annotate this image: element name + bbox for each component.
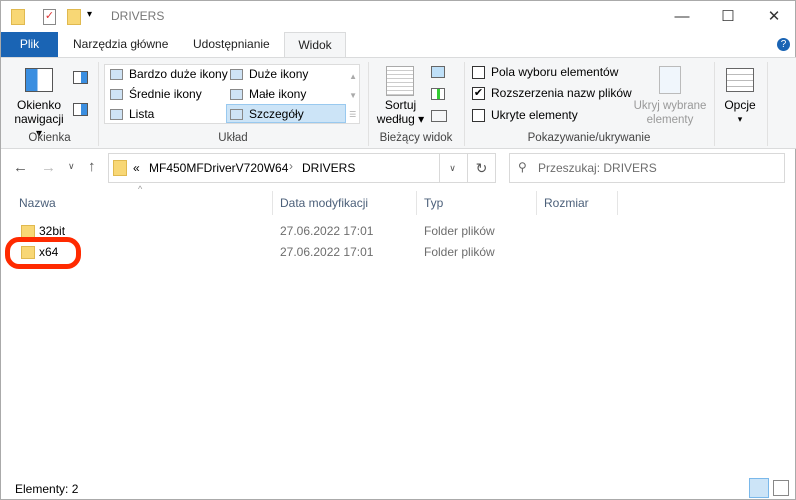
help-icon[interactable]: ?	[777, 38, 790, 51]
file-type: Folder plików	[424, 224, 495, 238]
breadcrumb-parent[interactable]: MF450MFDriverV720W64	[149, 161, 288, 175]
layout-medium-icons[interactable]: Średnie ikony	[107, 85, 202, 104]
details-pane-icon[interactable]	[73, 103, 88, 116]
item-checkboxes-checkbox[interactable]	[472, 66, 485, 79]
properties-icon[interactable]: ✓	[43, 9, 56, 25]
layout-label: Średnie ikony	[129, 87, 202, 101]
sort-by-icon	[386, 66, 414, 96]
nav-pane-label: Okienko	[16, 98, 62, 112]
medium-icons-icon	[110, 89, 123, 100]
breadcrumb-separator-icon[interactable]: ›	[289, 159, 293, 173]
options-button[interactable]: Opcje ▾	[719, 98, 761, 126]
layout-label: Małe ikony	[249, 87, 307, 101]
hidden-items-label: Ukryte elementy	[491, 108, 578, 122]
size-columns-icon[interactable]	[431, 110, 447, 122]
hidden-items-checkbox[interactable]	[472, 109, 485, 122]
back-button[interactable]: ←	[13, 159, 28, 176]
file-date: 27.06.2022 17:01	[280, 245, 374, 259]
details-view-button[interactable]	[749, 478, 769, 498]
customize-qat-icon[interactable]: ▾	[87, 9, 92, 20]
large-icons-icon	[230, 69, 243, 80]
hide-selected-button[interactable]: Ukryj wybrane elementy	[629, 99, 711, 127]
add-columns-icon[interactable]	[431, 88, 445, 100]
layout-list[interactable]: Lista	[107, 105, 154, 124]
folder-icon	[11, 9, 25, 25]
file-extensions-checkbox[interactable]: ✔	[472, 87, 485, 100]
tab-view[interactable]: Widok	[284, 32, 346, 57]
status-item-count: Elementy: 2	[15, 482, 79, 496]
folder-icon	[113, 160, 127, 176]
breadcrumb-current[interactable]: DRIVERS	[302, 161, 355, 175]
tab-file[interactable]: Plik	[1, 32, 58, 57]
layout-label: Duże ikony	[249, 67, 309, 81]
column-name[interactable]: Nazwa	[13, 191, 273, 215]
close-button[interactable]: ✕	[751, 1, 796, 32]
file-date: 27.06.2022 17:01	[280, 224, 374, 238]
refresh-button[interactable]: ↻	[467, 154, 495, 182]
sort-label: Sortuj	[384, 98, 417, 112]
ribbon-tabs: Plik Narzędzia główne Udostępnianie Wido…	[1, 32, 796, 57]
group-current-view-label: Bieżący widok	[379, 132, 453, 144]
navigation-pane-icon[interactable]	[25, 68, 53, 92]
column-date[interactable]: Data modyfikacji	[274, 191, 417, 215]
layout-extra-large-icons[interactable]: Bardzo duże ikony	[107, 65, 228, 84]
file-type: Folder plików	[424, 245, 495, 259]
title-bar: ✓ ▾ DRIVERS — ☐ ✕	[1, 1, 796, 32]
file-row[interactable]: x64 27.06.2022 17:01 Folder plików	[1, 242, 796, 263]
address-dropdown-button[interactable]: ∨	[439, 154, 465, 182]
address-bar[interactable]: « MF450MFDriverV720W64 › DRIVERS ∨ ↻	[108, 153, 496, 183]
sort-by-button[interactable]: Sortuj według ▾	[373, 98, 428, 126]
recent-locations-button[interactable]: ∨	[68, 161, 75, 172]
ribbon: Okienko nawigacji ▾ Okienka Bardzo duże i…	[1, 57, 796, 149]
maximize-button[interactable]: ☐	[705, 1, 751, 32]
options-label: Opcje	[724, 98, 756, 112]
file-extensions-label: Rozszerzenia nazw plików	[491, 86, 632, 100]
layout-details[interactable]: Szczegóły	[226, 104, 346, 123]
extra-large-icons-icon	[110, 69, 123, 80]
list-icon	[110, 109, 123, 120]
highlight-annotation	[5, 237, 81, 269]
column-type[interactable]: Typ	[418, 191, 537, 215]
search-input[interactable]: ⚲ Przeszukaj: DRIVERS	[509, 153, 785, 183]
window-title: DRIVERS	[111, 9, 165, 23]
gallery-scroll-controls[interactable]: ▲ ▼ ☰	[349, 67, 357, 124]
group-panes-label: Okienka	[28, 132, 71, 144]
preview-pane-icon[interactable]	[73, 71, 88, 84]
forward-button[interactable]: →	[41, 159, 56, 176]
group-layout-label: Układ	[218, 132, 248, 144]
search-icon: ⚲	[518, 160, 527, 174]
minimize-button[interactable]: —	[659, 1, 705, 32]
hide-selected-icon	[659, 66, 681, 94]
new-folder-icon[interactable]	[67, 9, 81, 25]
group-show-hide-label: Pokazywanie/ukrywanie	[527, 132, 651, 144]
hide-selected-label2: elementy	[646, 114, 694, 126]
layout-small-icons[interactable]: Małe ikony	[227, 85, 306, 104]
column-header: Nazwa Data modyfikacji Typ Rozmiar	[1, 191, 796, 215]
address-bar-row: ← → ∨ ↑ « MF450MFDriverV720W64 › DRIVERS…	[1, 153, 796, 185]
small-icons-icon	[230, 89, 243, 100]
column-size[interactable]: Rozmiar	[538, 191, 618, 215]
tab-home[interactable]: Narzędzia główne	[61, 32, 180, 57]
tab-share[interactable]: Udostępnianie	[181, 32, 282, 57]
layout-gallery: Bardzo duże ikony Duże ikony Średnie iko…	[104, 64, 360, 124]
breadcrumb-overflow[interactable]: «	[133, 161, 140, 175]
up-button[interactable]: ↑	[88, 158, 96, 175]
layout-label: Bardzo duże ikony	[129, 67, 228, 81]
search-placeholder: Przeszukaj: DRIVERS	[538, 161, 657, 175]
layout-large-icons[interactable]: Duże ikony	[227, 65, 308, 84]
sort-label2: według	[376, 112, 415, 126]
nav-pane-label2: nawigacji	[14, 112, 64, 126]
options-icon	[726, 68, 754, 92]
hide-selected-label: Ukryj wybrane	[633, 100, 707, 112]
chevron-down-icon: ▾	[737, 114, 743, 124]
layout-label: Szczegóły	[249, 107, 304, 121]
layout-label: Lista	[129, 107, 155, 121]
file-row[interactable]: 32bit 27.06.2022 17:01 Folder plików	[1, 221, 796, 242]
large-icons-view-button[interactable]	[773, 480, 789, 496]
item-checkboxes-label: Pola wyboru elementów	[491, 65, 619, 79]
details-icon	[230, 109, 243, 120]
group-by-icon[interactable]	[431, 66, 445, 78]
